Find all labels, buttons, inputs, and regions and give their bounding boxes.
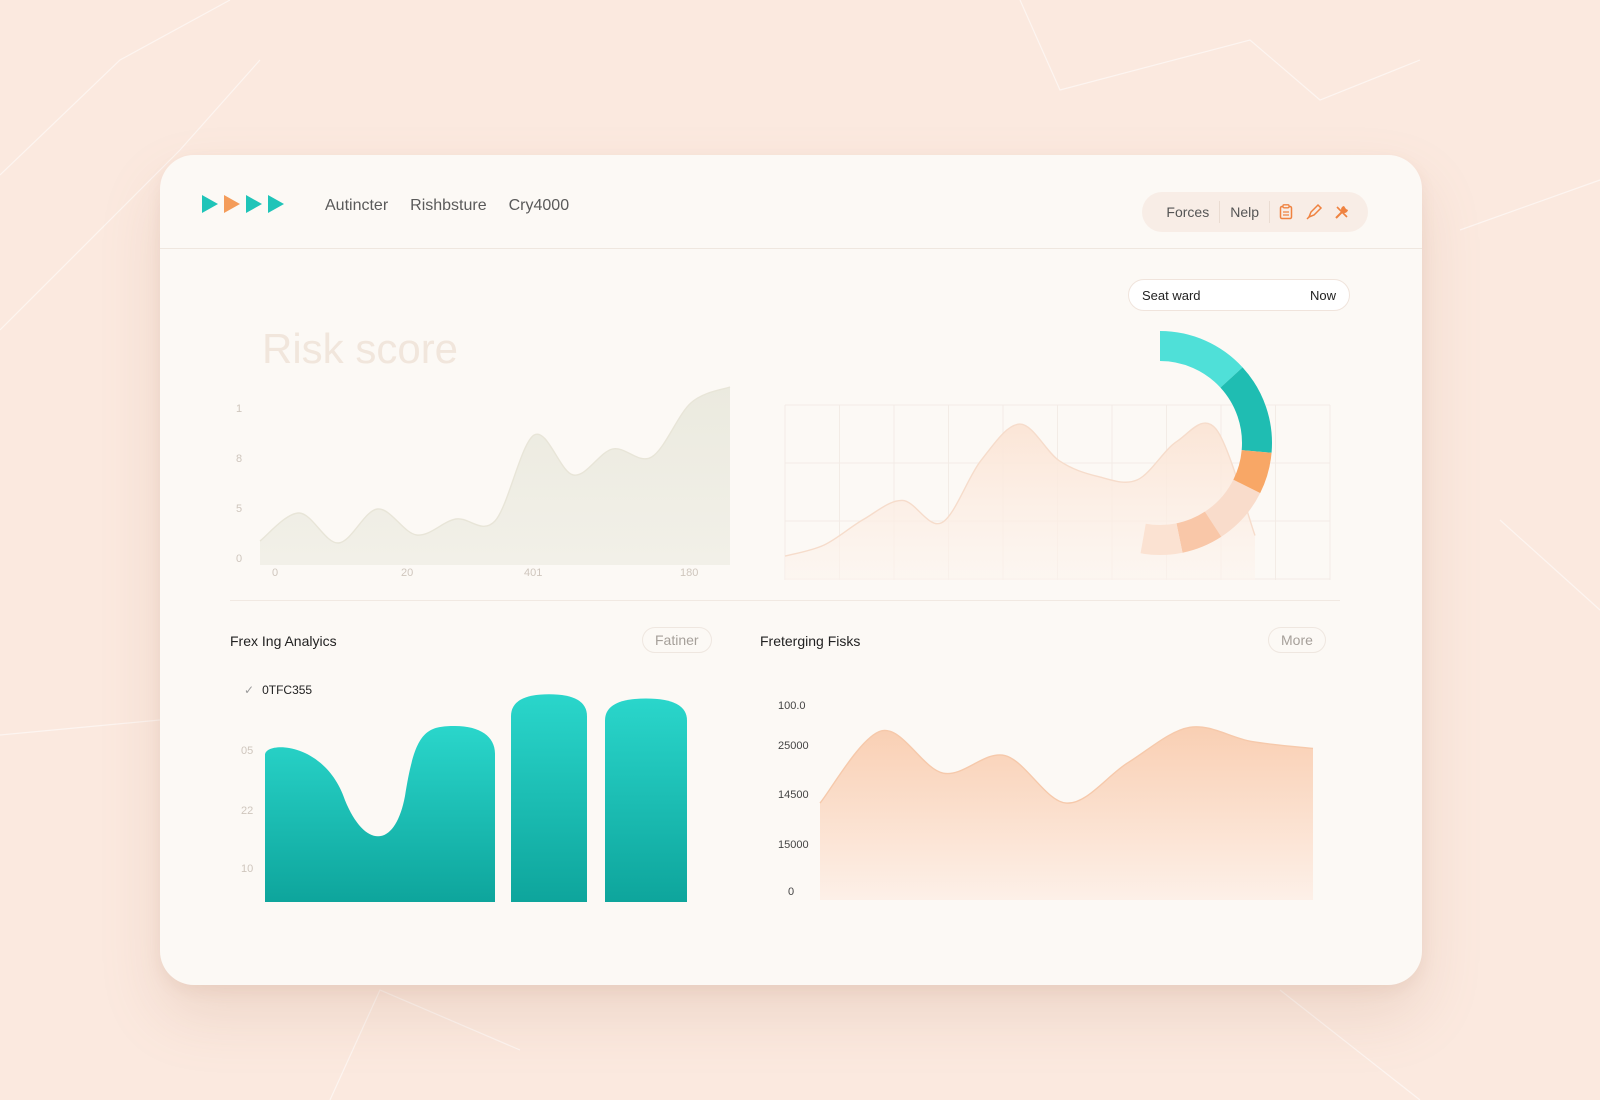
tools-icon[interactable] [1330,200,1354,224]
analytics-bar-chart [265,694,687,902]
play-teal-icon [246,195,262,213]
donut-segment [1140,523,1183,555]
play-orange-icon [224,195,240,213]
y-tick: 22 [241,805,254,817]
x-tick: 401 [524,567,543,579]
range-selector-value: Now [1309,287,1336,303]
y-tick: 14500 [778,789,809,801]
y-tick: 0 [236,553,243,565]
bar-group-wave [265,726,495,902]
forces-button[interactable]: Forces [1156,201,1221,223]
bar [605,698,687,902]
y-tick: 25000 [778,740,809,752]
nav-item-cry4000[interactable]: Cry4000 [509,197,569,215]
y-tick: 05 [241,745,254,757]
section-divider [230,600,1340,601]
range-selector[interactable]: Seat ward Now [1128,279,1350,311]
risk-donut-chart [1140,331,1272,555]
y-tick: 0 [788,886,795,898]
x-tick: 180 [680,567,699,579]
play-teal-icon [202,195,218,213]
x-tick: 0 [272,567,279,579]
range-selector-label: Seat ward [1142,287,1201,303]
nav-item-rishbsture[interactable]: Rishbsture [410,197,486,215]
x-tick: 20 [401,567,414,579]
risk-series-fill [260,387,730,565]
help-button[interactable]: Nelp [1220,201,1270,223]
top-bar: Autincter Rishbsture Cry4000 Forces Nelp [160,155,1422,249]
y-tick: 8 [236,453,243,465]
clipboard-icon[interactable] [1274,200,1298,224]
y-tick: 1 [236,403,243,415]
play-teal-icon [268,195,284,213]
y-tick: 15000 [778,839,809,851]
action-pill: Forces Nelp [1142,192,1368,232]
nav-item-autincter[interactable]: Autincter [325,197,388,215]
y-tick: 100.0 [778,700,806,712]
panel-title-risks: Freterging Fisks [760,633,861,649]
bar [511,694,587,902]
pen-icon[interactable] [1302,200,1326,224]
y-tick: 5 [236,503,243,515]
risks-area-chart [819,726,1314,900]
panel-title-analytics: Frex Ing Analyics [230,633,337,649]
y-tick: 10 [241,863,254,875]
more-button[interactable]: More [1268,627,1326,653]
risk-score-area-chart [259,386,731,565]
check-icon: ✓ [244,683,255,697]
dashboard-window: Autincter Rishbsture Cry4000 Forces Nelp [160,155,1422,985]
main-nav: Autincter Rishbsture Cry4000 [325,197,569,215]
risks-series-fill [820,726,1313,900]
brand-logo[interactable] [202,195,284,213]
filter-button[interactable]: Fatiner [642,627,712,653]
